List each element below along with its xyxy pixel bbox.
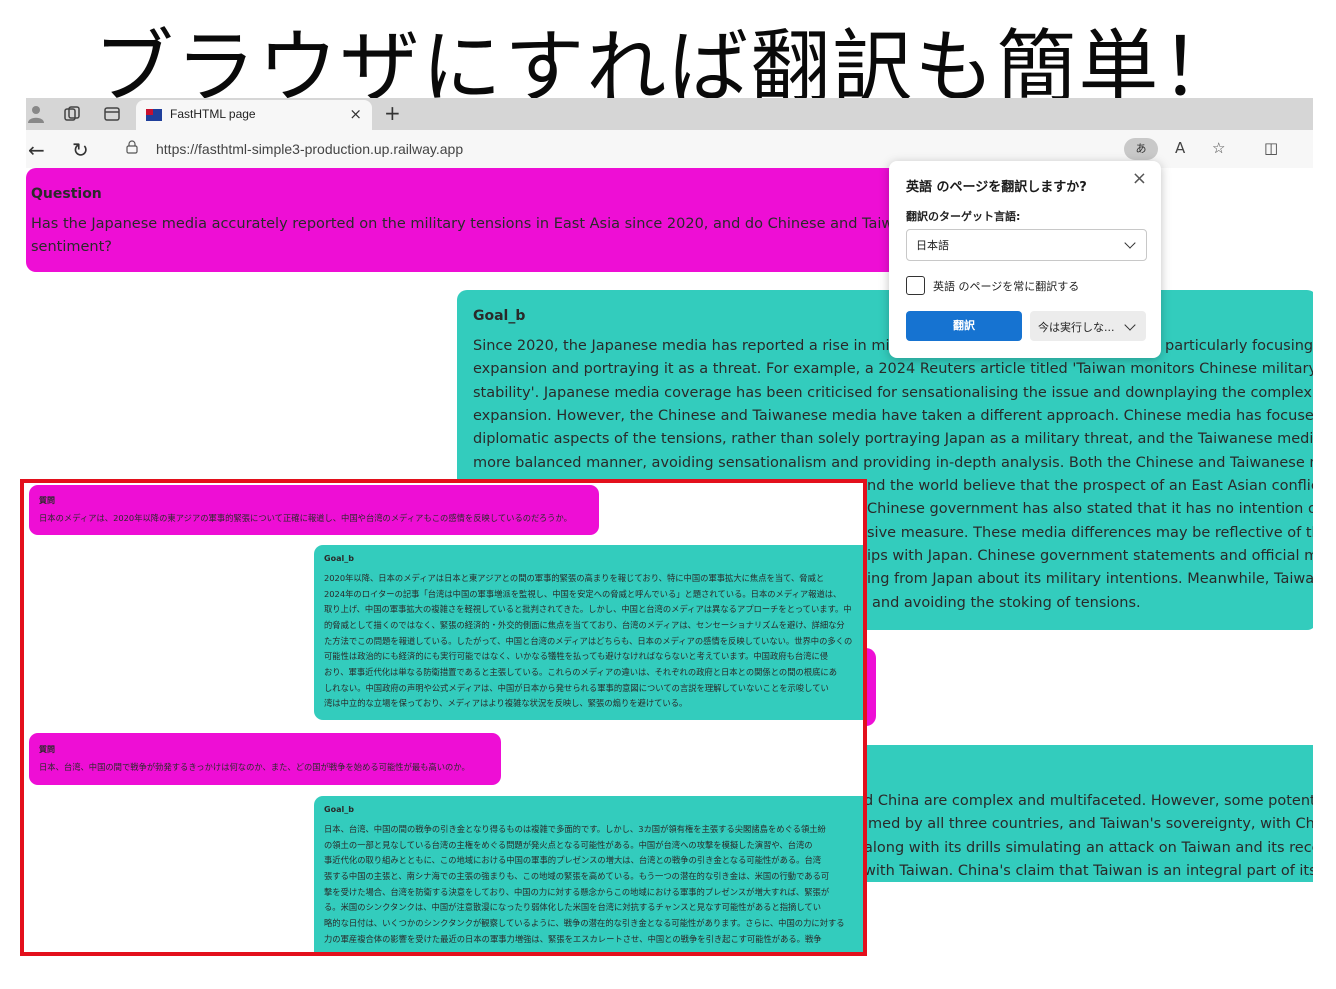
favorite-star-icon[interactable]: ☆ [1212, 139, 1225, 157]
inset-q1-text: 日本のメディアは、2020年以降の東アジアの軍事的緊張について正確に報道し、中国… [39, 513, 572, 523]
translate-popup: 英語 のページを翻訳しますか? × 翻訳のターゲット言語: 日本語 英語 のペー… [889, 161, 1161, 358]
goal2-tail-1: d China are complex and multifaceted. Ho… [864, 793, 1313, 809]
translate-page-icon[interactable]: あ [1124, 138, 1158, 160]
goal-line-5: diplomatic aspects of the tensions, rath… [473, 431, 1313, 447]
chevron-down-icon [1124, 319, 1136, 331]
not-now-button[interactable]: 今は実行しな... [1030, 311, 1146, 341]
inset-q2-label: 質問 [39, 745, 55, 754]
translated-inset: 質問 日本のメディアは、2020年以降の東アジアの軍事的緊張について正確に報道し… [20, 479, 867, 956]
goal2-tail-2: imed by all three countries, and Taiwan'… [864, 816, 1313, 832]
inset-g2-line-1: 日本、台湾、中国の間の戦争の引き金となり得るものは複雑で多面的です。しかし、3カ… [324, 824, 826, 834]
inset-q2-text: 日本、台湾、中国の間で戦争が勃発するきっかけは何なのか、また、どの国が戦争を始め… [39, 762, 470, 772]
inset-g1-label: Goal_b [324, 554, 354, 563]
inset-g2-line-2: の領土の一部と見なしている台湾の主権をめぐる問題が発火点となる可能性がある。中国… [324, 840, 813, 850]
goal-tail-4: ips with Japan. Chinese government state… [867, 548, 1313, 564]
inset-g2-label: Goal_b [324, 805, 354, 814]
tab-active[interactable]: FastHTML page × [136, 100, 372, 130]
goal-tail-2: Chinese government has also stated that … [867, 501, 1313, 517]
always-translate-label: 英語 のページを常に翻訳する [933, 280, 1080, 293]
inset-question-card-1: 質問 日本のメディアは、2020年以降の東アジアの軍事的緊張について正確に報道し… [29, 485, 599, 535]
goal-line-6: more balanced manner, avoiding sensation… [473, 455, 1313, 471]
inset-q1-label: 質問 [39, 496, 55, 505]
question-label: Question [31, 186, 102, 202]
workspaces-icon[interactable] [62, 104, 82, 124]
new-tab-button[interactable]: + [384, 101, 401, 125]
lock-icon[interactable] [126, 140, 138, 154]
translate-button[interactable]: 翻訳 [906, 311, 1022, 341]
goal2-tail-4: with Taiwan. China's claim that Taiwan i… [864, 863, 1313, 879]
url-field[interactable]: https://fasthtml-simple3-production.up.r… [156, 141, 463, 157]
tab-bar: FastHTML page × + [26, 98, 1313, 130]
goal-card-2: d China are complex and multifaceted. Ho… [846, 745, 1313, 882]
inset-g1-line-6: 可能性は政治的にも経済的にも実行可能ではなく、いかなる犠牲を払っても避けなければ… [324, 651, 829, 661]
inset-goal-card-1: Goal_b 2020年以降、日本のメディアは日本と東アジアとの間の軍事的緊張の… [314, 545, 863, 720]
always-translate-checkbox[interactable] [906, 276, 925, 295]
question-line-1: Has the Japanese media accurately report… [31, 216, 956, 232]
popup-close-icon[interactable]: × [1132, 168, 1147, 189]
question-line-2: sentiment? [31, 239, 112, 255]
tab-close-icon[interactable]: × [349, 105, 362, 123]
goal-line-4: expansion. However, the Chinese and Taiw… [473, 408, 1313, 424]
inset-g1-line-8: しれない。中国政府の声明や公式メディアは、中国が日本から発せられる軍事的意図につ… [324, 683, 829, 693]
australia-flag-icon [146, 109, 162, 121]
inset-g1-line-1: 2020年以降、日本のメディアは日本と東アジアとの間の軍事的緊張の高まりを報じて… [324, 573, 825, 583]
profile-icon[interactable] [26, 104, 46, 124]
goal-line-2: expansion and portraying it as a threat.… [473, 361, 1313, 377]
inset-g1-line-3: 取り上げ、中国の軍事拡大の複雑さを軽視していると批判されてきた。しかし、中国と台… [324, 604, 852, 614]
popup-title: 英語 のページを翻訳しますか? [906, 180, 1087, 195]
read-aloud-icon[interactable]: A [1175, 139, 1185, 157]
goal-tail-5: ing from Japan about its military intent… [867, 571, 1313, 587]
goal-tail-3: sive measure. These media differences ma… [867, 525, 1313, 541]
inset-question-card-2: 質問 日本、台湾、中国の間で戦争が勃発するきっかけは何なのか、また、どの国が戦争… [29, 733, 501, 785]
inset-g1-line-5: た方法でこの問題を報道している。したがって、中国と台湾のメディアはどちらも、日本… [324, 636, 853, 646]
inset-g2-line-8: 力の軍産複合体の影響を受けた最近の日本の軍事力増強は、緊張をエスカレートさせ、中… [324, 934, 822, 944]
goal-tail-1: nd the world believe that the prospect o… [867, 478, 1313, 494]
target-language-label: 翻訳のターゲット言語: [906, 210, 1021, 223]
goal-line-3: stability'. Japanese media coverage has … [473, 385, 1313, 401]
inset-g1-line-7: おり、軍事近代化は単なる防衛措置であると主張している。これらのメディアの違いは、… [324, 667, 838, 677]
target-language-value: 日本語 [916, 239, 949, 252]
inset-g1-line-9: 湾は中立的な立場を保っており、メディアはより複雑な状況を反映し、緊張の煽りを避け… [324, 698, 688, 708]
goal-line-1: Since 2020, the Japanese media has repor… [473, 338, 927, 354]
goal-line-1-tail: particularly focusing o [1165, 338, 1313, 354]
not-now-label: 今は実行しな... [1038, 321, 1115, 334]
inset-g2-line-5: 撃を受けた場合、台湾を防衛する決意をしており、中国の力に対する懸念からこの地域に… [324, 887, 830, 897]
question-card: Question Has the Japanese media accurate… [26, 168, 955, 272]
goal2-tail-3: along with its drills simulating an atta… [864, 840, 1313, 856]
goal-tail-6: and avoiding the stoking of tensions. [872, 595, 1141, 611]
target-language-select[interactable]: 日本語 [906, 229, 1147, 261]
reload-button[interactable]: ↻ [72, 138, 89, 162]
tab-actions-icon[interactable] [102, 104, 122, 124]
split-screen-icon[interactable]: ◫ [1264, 139, 1278, 157]
inset-g2-line-4: 張する中国の主張と、南シナ海での主張の強まりも、この地域の緊張を高めている。もう… [324, 871, 830, 881]
inset-g1-line-4: 的脅威として描くのではなく、緊張の経済的・外交的側面に焦点を当てており、台湾のメ… [324, 620, 845, 630]
goal-label: Goal_b [473, 308, 526, 324]
inset-g1-line-2: 2024年のロイターの記事「台湾は中国の軍事増派を監視し、中国を安定への脅威と呼… [324, 589, 842, 599]
back-button[interactable]: ← [28, 138, 45, 162]
tab-title: FastHTML page [170, 107, 256, 121]
inset-g2-line-3: 事近代化の取り組みとともに、この地域における中国の軍事的プレゼンスの増大は、台湾… [324, 855, 822, 865]
inset-goal-card-2: Goal_b 日本、台湾、中国の間の戦争の引き金となり得るものは複雑で多面的です… [314, 796, 863, 952]
chevron-down-icon [1124, 237, 1136, 249]
inset-g2-line-6: る。米国のシンクタンクは、中国が注意散漫になったり弱体化した米国を台湾に対抗する… [324, 902, 821, 912]
inset-g2-line-7: 略的な日付は、いくつかのシンクタンクが観察しているように、戦争の潜在的な引き金と… [324, 918, 845, 928]
